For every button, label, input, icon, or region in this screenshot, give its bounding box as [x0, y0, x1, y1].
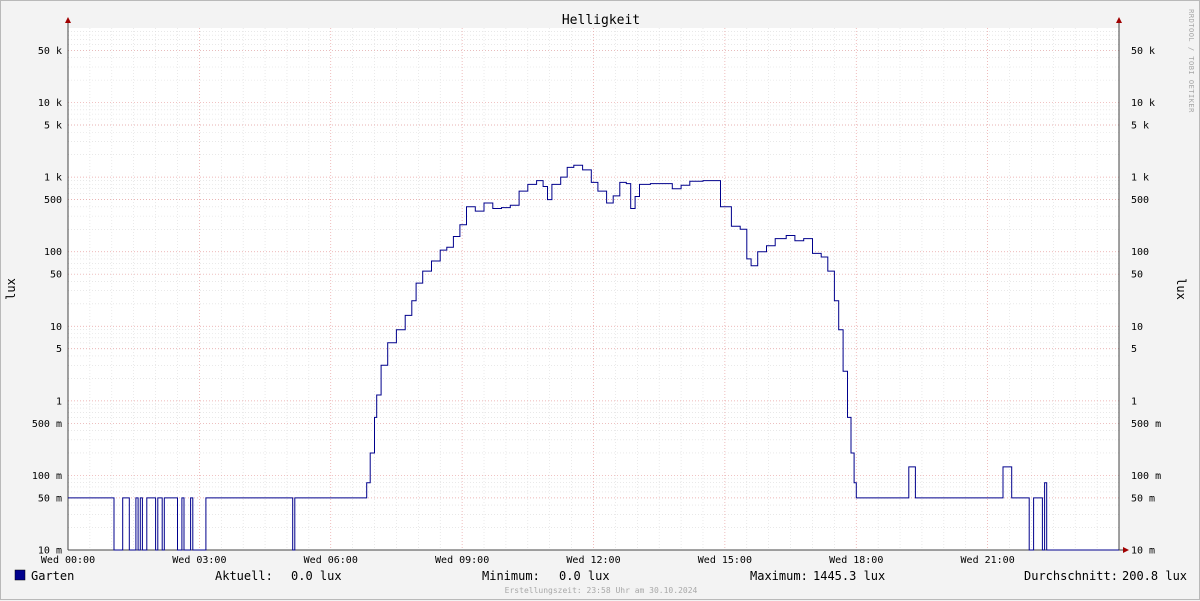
legend-swatch: [14, 569, 26, 581]
y-tick-label-right: 1 k: [1131, 173, 1149, 184]
y-tick-label-left: 1: [56, 396, 62, 407]
x-tick-label: Wed 09:00: [435, 555, 489, 566]
y-axis-arrow-right: [1116, 17, 1122, 23]
y-tick-label-left: 10 k: [38, 98, 62, 109]
y-axis-arrow-left: [65, 17, 71, 23]
y-tick-label-left: 50: [50, 270, 62, 281]
legend-avg-value: 200.8 lux: [1122, 569, 1187, 583]
y-tick-label-left: 500: [44, 195, 62, 206]
x-tick-label: Wed 12:00: [566, 555, 620, 566]
legend-current-label: Aktuell:: [215, 569, 273, 583]
chart-frame: 50 k 50 k 10 k 10 k5 k5 k1 k1 k 500 500 100 100…: [0, 0, 1200, 600]
y-tick-label-left: 500 m: [32, 419, 62, 430]
legend-current-value: 0.0 lux: [291, 569, 342, 583]
legend-min-value: 0.0 lux: [559, 569, 610, 583]
y-axis-label-right: lux: [1174, 278, 1188, 300]
y-tick-label-right: 5 k: [1131, 121, 1149, 132]
y-tick-label-left: 50 m: [38, 493, 62, 504]
watermark: RRDTOOL / TOBI OETIKER: [1187, 9, 1195, 113]
x-axis-arrow: [1123, 547, 1129, 553]
x-tick-label: Wed 21:00: [961, 555, 1015, 566]
legend-avg-label: Durchschnitt:: [1024, 569, 1118, 583]
y-tick-label-right: 50 m: [1131, 493, 1155, 504]
y-tick-label-left: 5: [56, 344, 62, 355]
y-tick-label-right: 100 m: [1131, 471, 1161, 482]
y-axis-label-left: lux: [4, 278, 18, 300]
y-tick-label-left: 5 k: [44, 121, 62, 132]
y-tick-label-right: 5: [1131, 344, 1137, 355]
y-tick-label-left: 100: [44, 247, 62, 258]
legend-series-name: Garten: [31, 569, 74, 583]
y-tick-label-right: 10 m: [1131, 546, 1155, 557]
x-tick-label: Wed 00:00: [41, 555, 95, 566]
y-tick-label-right: 100: [1131, 247, 1149, 258]
x-tick-label: Wed 03:00: [172, 555, 226, 566]
y-tick-label-left: 10: [50, 322, 62, 333]
chart-svg: 50 k 50 k10 k 10 k5 k5 k1 k1 k500 500100 100…: [4, 9, 1195, 595]
legend-min-label: Minimum:: [482, 569, 540, 583]
y-tick-label-left: 1 k: [44, 173, 62, 184]
legend-max-label: Maximum:: [750, 569, 808, 583]
y-tick-label-right: 10: [1131, 322, 1143, 333]
y-tick-label-right: 500 m: [1131, 419, 1161, 430]
y-tick-label-right: 500: [1131, 195, 1149, 206]
chart-title: Helligkeit: [562, 13, 640, 28]
legend-max-value: 1445.3 lux: [813, 569, 885, 583]
y-tick-label-right: 10 k: [1131, 98, 1155, 109]
x-tick-label: Wed 18:00: [829, 555, 883, 566]
x-tick-label: Wed 06:00: [304, 555, 358, 566]
y-tick-label-left: 100 m: [32, 471, 62, 482]
y-tick-label-right: 1: [1131, 396, 1137, 407]
y-tick-label-left: 50 k: [38, 46, 62, 57]
y-tick-label-right: 50 k: [1131, 46, 1155, 57]
y-tick-label-right: 50: [1131, 270, 1143, 281]
x-tick-label: Wed 15:00: [698, 555, 752, 566]
footer-timestamp: Erstellungszeit: 23:58 Uhr am 30.10.2024: [505, 586, 698, 595]
